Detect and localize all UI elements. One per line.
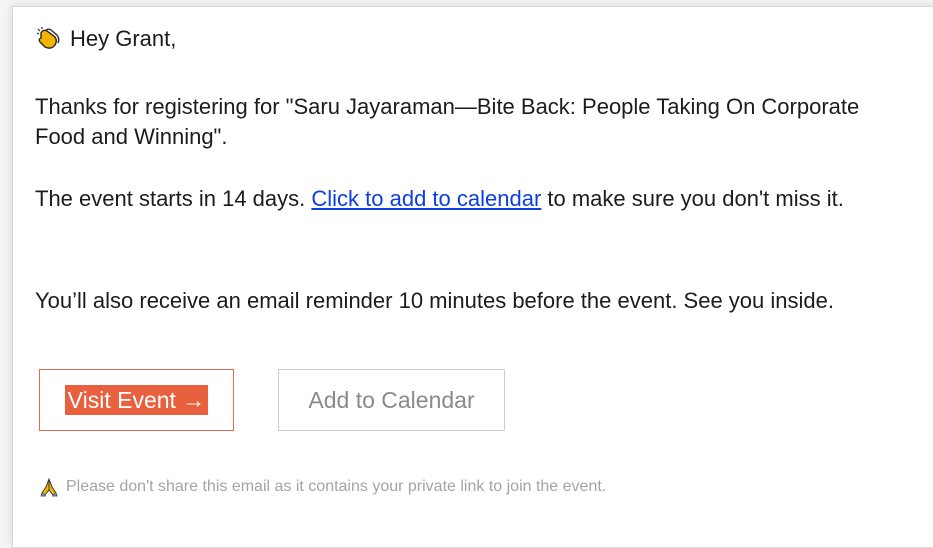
folded-hands-icon: [40, 477, 58, 497]
visit-event-label: Visit Event →: [64, 385, 209, 415]
add-to-calendar-button[interactable]: Add to Calendar: [278, 369, 505, 431]
registration-paragraph: Thanks for registering for "Saru Jayaram…: [35, 94, 860, 149]
add-to-calendar-label: Add to Calendar: [308, 386, 475, 413]
email-card: Hey Grant, Thanks for registering for "S…: [12, 6, 933, 548]
privacy-note-text: Please don't share this email as it cont…: [66, 478, 607, 495]
add-to-calendar-link[interactable]: Click to add to calendar: [311, 186, 541, 211]
event-start-paragraph: The event starts in 14 days. Click to ad…: [35, 184, 915, 214]
greeting: Hey Grant,: [35, 25, 176, 53]
reminder-paragraph: You’ll also receive an email reminder 10…: [35, 288, 834, 313]
greeting-text: Hey Grant,: [70, 26, 177, 51]
visit-event-button[interactable]: Visit Event →: [39, 369, 234, 431]
event-start-text-end: to make sure you don't miss it.: [541, 186, 844, 211]
privacy-note: Please don't share this email as it cont…: [39, 477, 606, 497]
event-start-text: The event starts in 14 days.: [35, 186, 312, 211]
clapping-hands-icon: [36, 27, 60, 49]
